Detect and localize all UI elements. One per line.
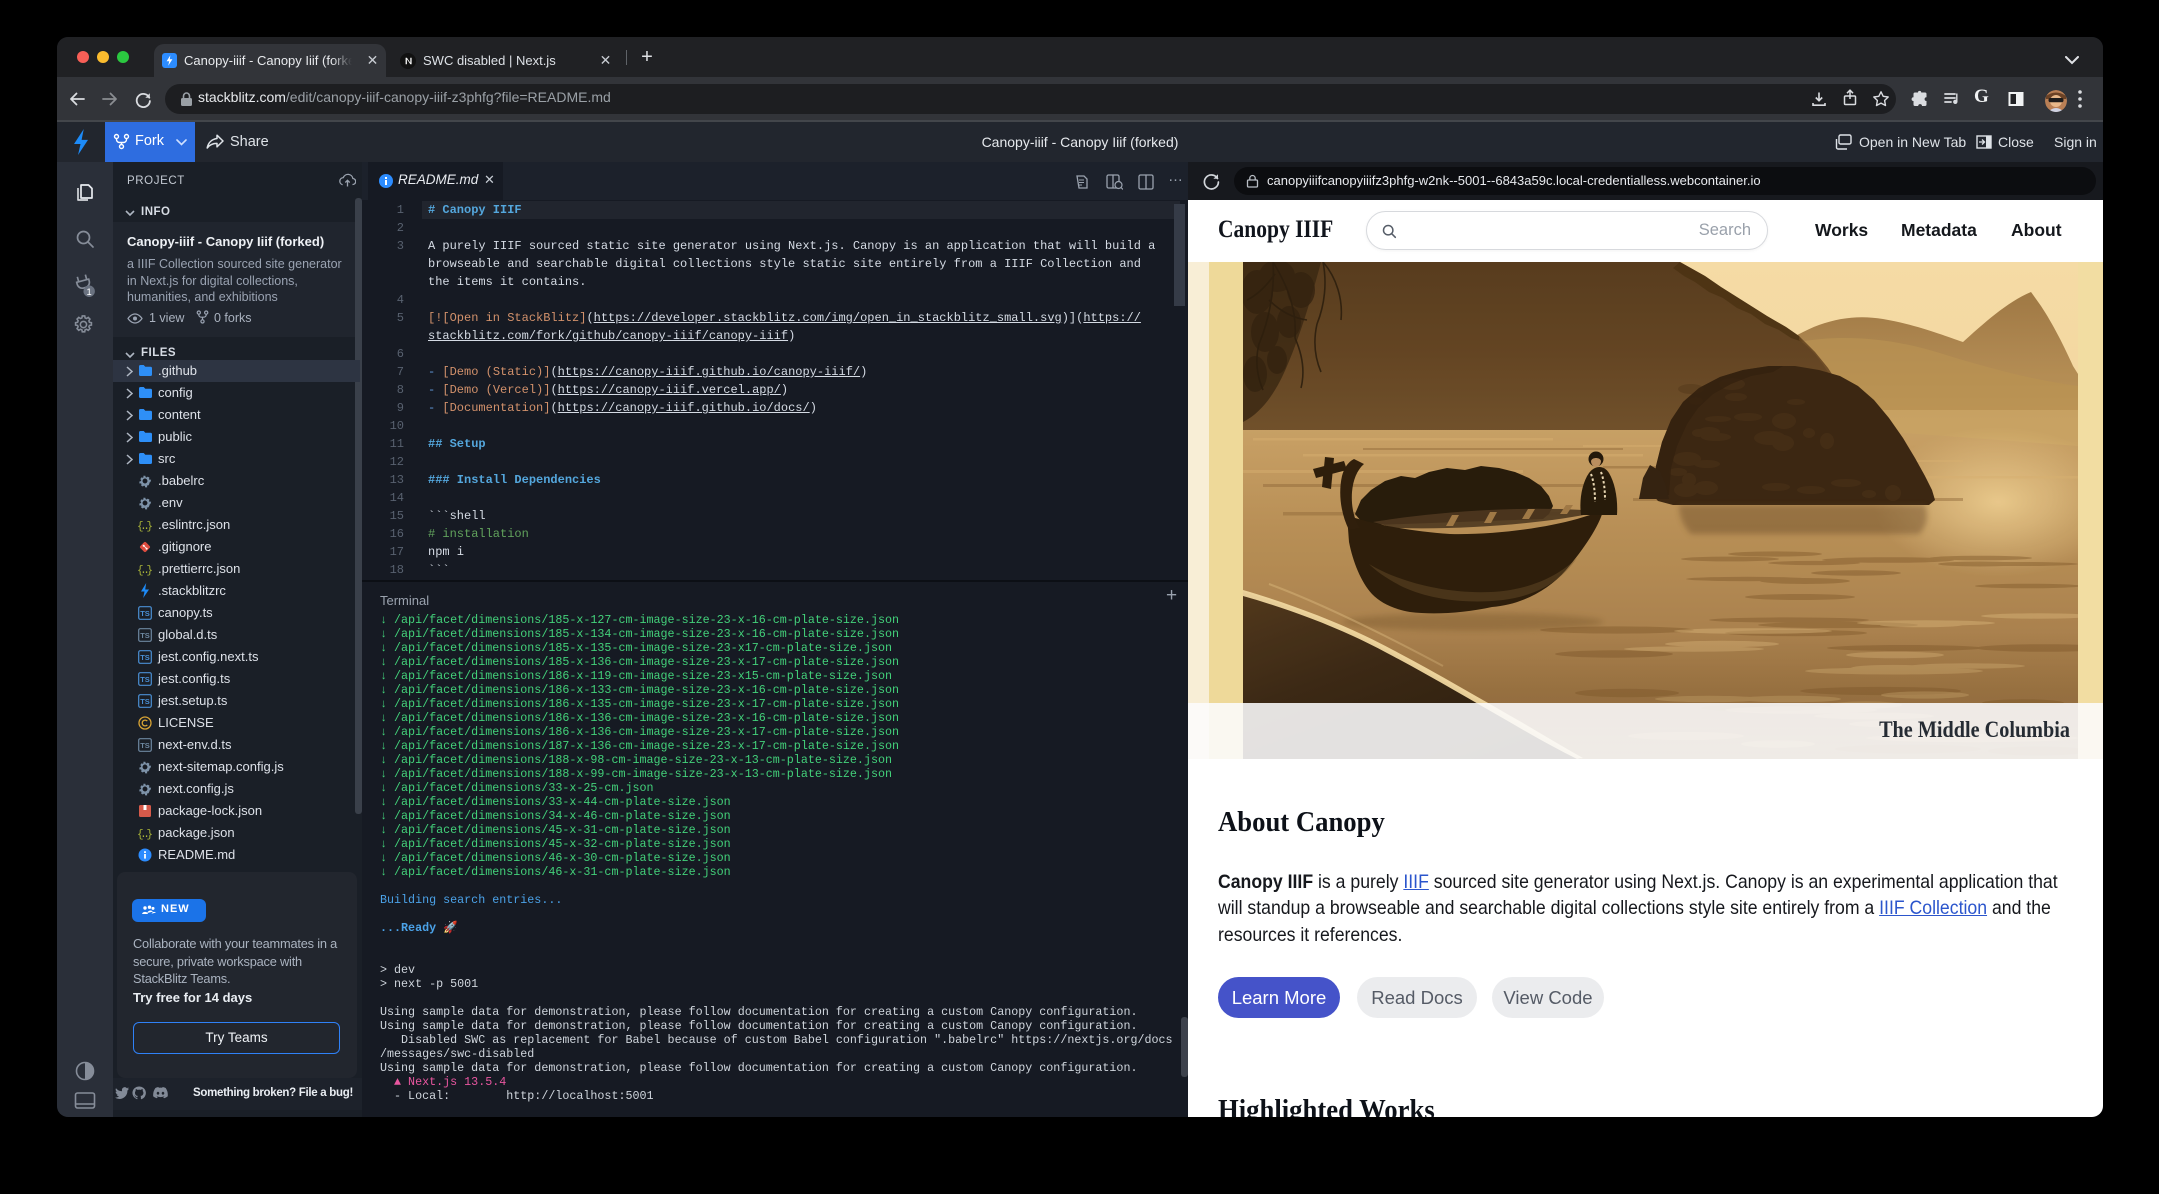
- svg-text:{..}: {..}: [137, 829, 153, 840]
- svg-text:{..}: {..}: [137, 521, 153, 532]
- svg-text:TS: TS: [140, 653, 150, 662]
- svg-text:TS: TS: [140, 609, 150, 618]
- svg-text:TS: TS: [140, 697, 150, 706]
- svg-text:1: 1: [87, 287, 92, 297]
- svg-text:TS: TS: [140, 675, 150, 684]
- svg-text:{..}: {..}: [137, 565, 153, 576]
- svg-text:TS: TS: [140, 631, 150, 640]
- svg-text:TS: TS: [140, 741, 150, 750]
